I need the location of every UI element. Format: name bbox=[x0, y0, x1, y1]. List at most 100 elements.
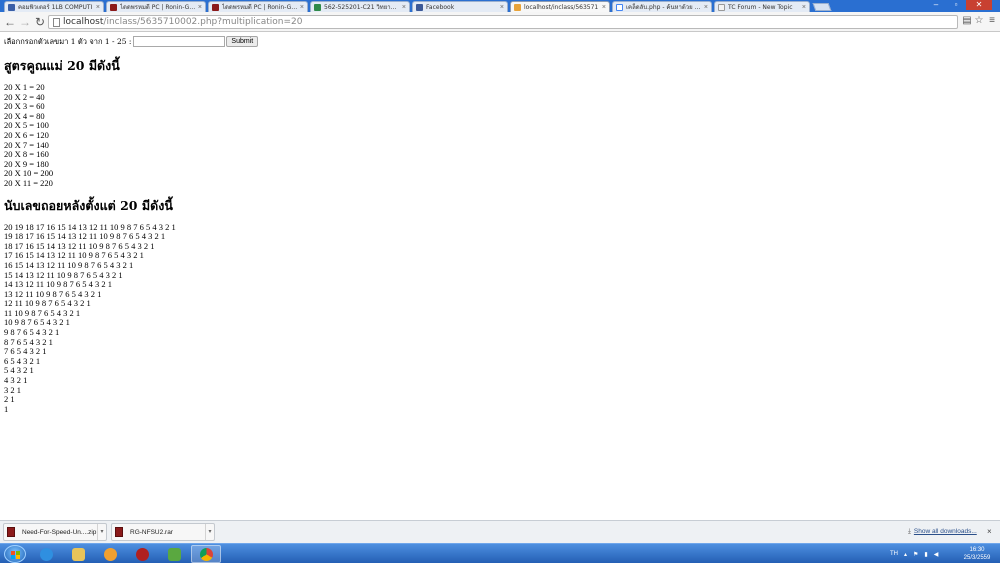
flag-icon[interactable]: ⚑ bbox=[913, 551, 918, 558]
countdown-list: 20 19 18 17 16 15 14 13 12 11 10 9 8 7 6… bbox=[4, 222, 994, 415]
url-path: /inclass/5635710002.php?multiplication=2… bbox=[103, 17, 303, 27]
number-input[interactable] bbox=[133, 36, 226, 47]
countdown-line: 4 3 2 1 bbox=[4, 375, 28, 386]
tab-ronin-1[interactable]: ไดดพรหมดี PC | Ronin-Gam × bbox=[106, 1, 206, 12]
internet-explorer-icon bbox=[39, 547, 53, 561]
tab-tc-forum[interactable]: TC Forum - New Topic × bbox=[714, 1, 810, 12]
taskbar-ie[interactable] bbox=[31, 545, 61, 563]
tab-close-icon[interactable]: × bbox=[198, 4, 202, 11]
countdown-line: 8 7 6 5 4 3 2 1 bbox=[4, 336, 53, 347]
chevron-down-icon[interactable]: ▾ bbox=[205, 524, 214, 540]
page-favicon-icon bbox=[514, 3, 521, 11]
address-bar[interactable]: localhost/inclass/5635710002.php?multipl… bbox=[48, 15, 958, 29]
taskbar-media-player[interactable] bbox=[95, 545, 125, 563]
translate-icon[interactable]: ▤ bbox=[961, 15, 973, 27]
menu-icon[interactable]: ≡ bbox=[986, 15, 998, 27]
url-host: localhost bbox=[63, 17, 104, 27]
reload-icon[interactable]: ↻ bbox=[33, 15, 47, 29]
show-hidden-icons-icon[interactable]: ▴ bbox=[904, 551, 907, 558]
windows-logo-icon bbox=[11, 551, 20, 559]
browser-toolbar: ← → ↻ localhost/inclass/5635710002.php?m… bbox=[0, 12, 1000, 32]
submit-button[interactable]: Submit bbox=[226, 36, 259, 47]
start-button[interactable] bbox=[4, 545, 26, 563]
tab-label: ไดดพรหมดี PC | Ronin-Gam bbox=[222, 4, 298, 11]
forward-arrow-icon[interactable]: → bbox=[18, 15, 32, 29]
chrome-icon bbox=[199, 547, 213, 561]
multiplication-line: 20 X 5 = 100 bbox=[4, 120, 49, 131]
download-filename: RG-NFSU2.rar bbox=[130, 528, 173, 536]
tab-ronin-2[interactable]: ไดดพรหมดี PC | Ronin-Gam × bbox=[208, 1, 308, 12]
tab-facebook[interactable]: Facebook × bbox=[412, 1, 508, 12]
chevron-down-icon[interactable]: ▾ bbox=[97, 524, 106, 540]
language-indicator[interactable]: TH bbox=[890, 551, 898, 557]
bookmark-star-icon[interactable]: ☆ bbox=[973, 15, 985, 27]
countdown-line: 13 12 11 10 9 8 7 6 5 4 3 2 1 bbox=[4, 288, 102, 299]
site-favicon-icon bbox=[314, 3, 321, 11]
taskbar-explorer[interactable] bbox=[63, 545, 93, 563]
taskbar-app-red[interactable] bbox=[127, 545, 157, 563]
tab-computer[interactable]: คอมพิวเตอร์ 1LB COMPUTI × bbox=[4, 1, 104, 12]
multiplication-line: 20 X 7 = 140 bbox=[4, 139, 49, 150]
countdown-line: 9 8 7 6 5 4 3 2 1 bbox=[4, 327, 60, 338]
download-bar-close-icon[interactable]: × bbox=[987, 527, 992, 536]
show-all-downloads-link[interactable]: ⤓ Show all downloads... bbox=[908, 528, 977, 536]
multiplication-line: 20 X 1 = 20 bbox=[4, 82, 45, 92]
countdown-line: 14 13 12 11 10 9 8 7 6 5 4 3 2 1 bbox=[4, 279, 113, 290]
minimize-icon[interactable]: – bbox=[926, 0, 946, 10]
new-tab-button[interactable] bbox=[812, 3, 832, 11]
number-input-label: เลือกกรอกตัวเลขมา 1 ตัว จาก 1 - 25 : bbox=[4, 36, 132, 46]
tab-label: TC Forum - New Topic bbox=[728, 3, 793, 11]
countdown-line: 18 17 16 15 14 13 12 11 10 9 8 7 6 5 4 3… bbox=[4, 240, 155, 251]
number-form: เลือกกรอกตัวเลขมา 1 ตัว จาก 1 - 25 : Sub… bbox=[4, 34, 994, 49]
site-favicon-icon bbox=[8, 3, 15, 11]
download-item[interactable]: Need-For-Speed-Un....zip ▾ bbox=[3, 523, 107, 541]
tab-course[interactable]: 562-525201-C21 วิทยาศึกษ × bbox=[310, 1, 410, 12]
countdown-heading: นับเลขถอยหลังตั้งแต่ 20 มีดังนี้ bbox=[4, 197, 173, 213]
tab-localhost[interactable]: localhost/inclass/563571 × bbox=[510, 1, 610, 12]
tab-close-icon[interactable]: × bbox=[802, 4, 806, 11]
taskbar: TH ▴ ⚑ ▮ ◀ 16:30 25/3/2559 bbox=[0, 543, 1000, 563]
page-icon bbox=[53, 18, 60, 27]
countdown-line: 2 1 bbox=[4, 394, 15, 405]
taskbar-chrome[interactable] bbox=[191, 545, 221, 563]
multiplication-line: 20 X 6 = 120 bbox=[4, 129, 49, 140]
media-player-icon bbox=[103, 547, 117, 561]
site-favicon-icon bbox=[110, 3, 117, 11]
window-controls: – ▫ ✕ bbox=[926, 0, 992, 12]
multiplication-table: 20 X 1 = 20 20 X 2 = 40 20 X 3 = 60 20 X 4 … bbox=[4, 82, 994, 189]
clock-date: 25/3/2559 bbox=[963, 555, 991, 561]
back-arrow-icon[interactable]: ← bbox=[3, 15, 17, 29]
archive-file-icon bbox=[7, 527, 15, 537]
tab-close-icon[interactable]: × bbox=[96, 4, 100, 11]
volume-icon[interactable]: ◀ bbox=[934, 551, 939, 558]
url-text: localhost/inclass/5635710002.php?multipl… bbox=[63, 17, 302, 28]
multiplication-line: 20 X 9 = 180 bbox=[4, 158, 49, 169]
tab-label: คอมพิวเตอร์ 1LB COMPUTI bbox=[18, 4, 93, 11]
maximize-icon[interactable]: ▫ bbox=[946, 0, 966, 10]
multiplication-line: 20 X 4 = 80 bbox=[4, 110, 45, 121]
taskbar-app-green[interactable] bbox=[159, 545, 189, 563]
game-icon bbox=[135, 547, 149, 561]
countdown-line: 1 bbox=[4, 403, 9, 414]
google-icon bbox=[616, 3, 623, 11]
countdown-line: 5 4 3 2 1 bbox=[4, 365, 34, 376]
tab-close-icon[interactable]: × bbox=[300, 4, 304, 11]
countdown-line: 6 5 4 3 2 1 bbox=[4, 355, 41, 366]
download-item[interactable]: RG-NFSU2.rar ▾ bbox=[111, 523, 215, 541]
tab-label: Facebook bbox=[426, 3, 455, 11]
tab-close-icon[interactable]: × bbox=[602, 4, 606, 11]
show-all-label: Show all downloads... bbox=[913, 528, 977, 535]
tab-close-icon[interactable]: × bbox=[500, 4, 504, 11]
window-close-icon[interactable]: ✕ bbox=[966, 0, 992, 10]
tab-close-icon[interactable]: × bbox=[704, 4, 708, 11]
folder-icon bbox=[71, 547, 85, 561]
tab-close-icon[interactable]: × bbox=[402, 4, 406, 11]
site-favicon-icon bbox=[212, 3, 219, 11]
multiplication-line: 20 X 3 = 60 bbox=[4, 101, 45, 112]
clock[interactable]: 16:30 25/3/2559 bbox=[960, 546, 994, 562]
tab-google-search[interactable]: เคล็ดลับ.php - ค้นหาด้วย Go × bbox=[612, 1, 712, 12]
network-icon[interactable]: ▮ bbox=[924, 551, 927, 558]
countdown-line: 17 16 15 14 13 12 11 10 9 8 7 6 5 4 3 2 … bbox=[4, 250, 144, 261]
clock-time: 16:30 bbox=[969, 547, 985, 553]
tab-label: 562-525201-C21 วิทยาศึกษ bbox=[324, 4, 400, 11]
